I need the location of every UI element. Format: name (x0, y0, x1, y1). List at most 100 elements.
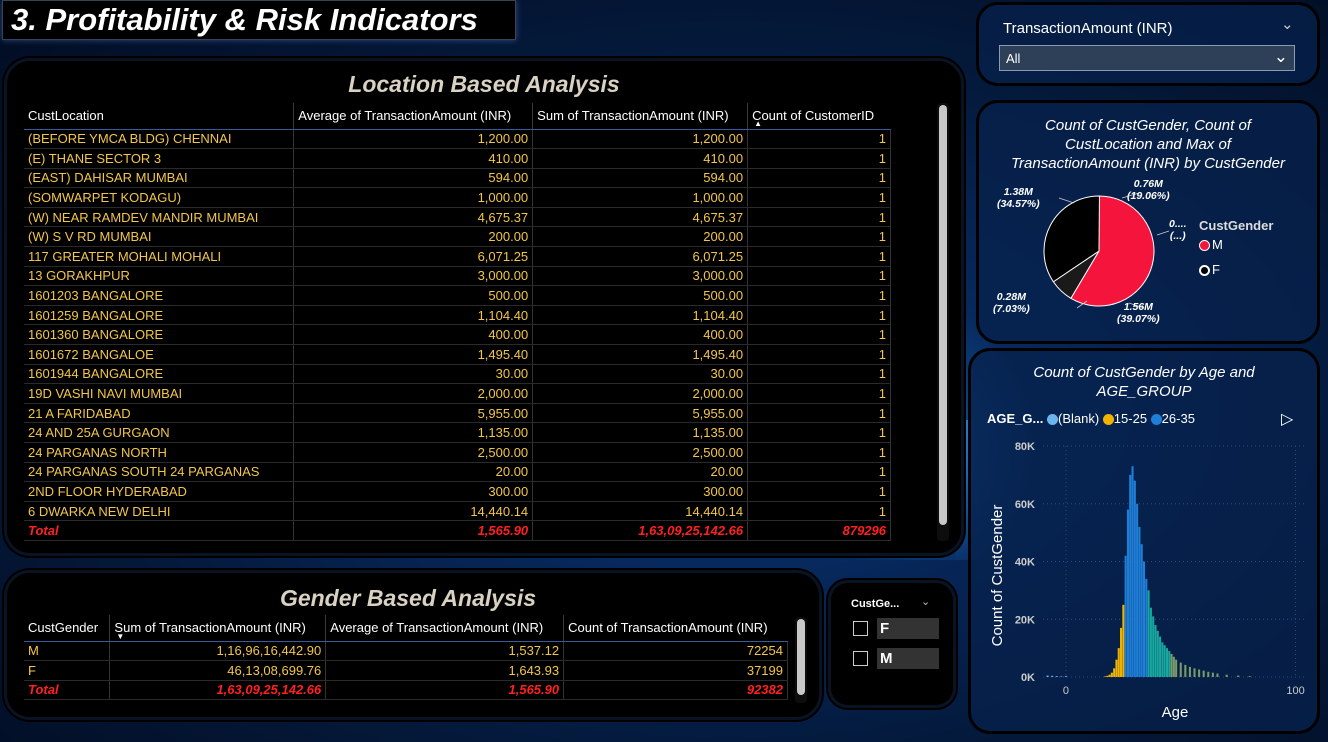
histogram-bar[interactable] (1152, 616, 1155, 677)
table-row[interactable]: 1601259 BANGALORE 1,104.40 1,104.40 1 (24, 305, 891, 326)
histogram-bar[interactable] (1154, 625, 1157, 677)
table-row[interactable]: 6 DWARKA NEW DELHI 14,440.14 14,440.14 1 (24, 501, 891, 522)
histogram-bar[interactable] (1149, 607, 1152, 677)
histogram-bar[interactable] (1055, 676, 1058, 677)
table-row[interactable]: 24 PARGANAS NORTH 2,500.00 2,500.00 1 (24, 442, 891, 463)
table-cell: 2,000.00 (532, 383, 749, 404)
histogram-bar[interactable] (1051, 675, 1054, 677)
column-header-count-amount[interactable]: Count of TransactionAmount (INR) (563, 615, 788, 642)
table-row[interactable]: 1601944 BANGALORE 30.00 30.00 1 (24, 364, 891, 385)
checkbox-f[interactable] (853, 621, 868, 636)
histogram-bar[interactable] (1131, 466, 1134, 677)
histogram-bar[interactable] (1165, 648, 1168, 677)
histogram-bar[interactable] (1163, 645, 1166, 677)
histogram-bar[interactable] (1237, 675, 1240, 677)
scrollbar-thumb[interactable] (797, 619, 805, 695)
table-row[interactable]: 13 GORAKHPUR 3,000.00 3,000.00 1 (24, 266, 891, 287)
histogram-bar[interactable] (1120, 627, 1123, 677)
table-row[interactable]: (EAST) DAHISAR MUMBAI 594.00 594.00 1 (24, 168, 891, 189)
location-analysis-panel: Location Based Analysis CustLocation Ave… (4, 58, 964, 556)
histogram-bar[interactable] (1060, 676, 1063, 677)
histogram-bar[interactable] (1172, 656, 1175, 677)
table-cell: 30.00 (532, 364, 749, 385)
histogram-bar[interactable] (1129, 474, 1132, 677)
histogram-bar[interactable] (1110, 672, 1113, 677)
histogram-bar[interactable] (1188, 666, 1191, 677)
histogram-bar[interactable] (1159, 636, 1162, 677)
histogram-bar[interactable] (1207, 671, 1210, 677)
table-row[interactable]: 21 A FARIDABAD 5,955.00 5,955.00 1 (24, 403, 891, 424)
table-row[interactable]: (W) NEAR RAMDEV MANDIR MUMBAI 4,675.37 4,6… (24, 207, 891, 228)
histogram-bar[interactable] (1115, 659, 1118, 677)
table-row[interactable]: (SOMWARPET KODAGU) 1,000.00 1,000.00 1 (24, 187, 891, 208)
table-row[interactable]: 24 PARGANAS SOUTH 24 PARGANAS 20.00 20.00 1 (24, 462, 891, 483)
table-row[interactable]: (BEFORE YMCA BLDG) CHENNAI 1,200.00 1,200.… (24, 129, 891, 150)
histogram-bar[interactable] (1126, 509, 1129, 677)
table-row[interactable]: 1601360 BANGALORE 400.00 400.00 1 (24, 324, 891, 346)
legend-item-f[interactable]: F (1199, 262, 1273, 277)
table-row[interactable]: M 1,16,96,16,442.90 1,537.12 72254 (24, 641, 788, 662)
column-header-count-customerid[interactable]: Count of CustomerID ▲ (747, 103, 891, 130)
histogram-bar[interactable] (1156, 630, 1159, 677)
histogram-bar[interactable] (1175, 659, 1178, 677)
column-header-custlocation[interactable]: CustLocation (24, 103, 295, 130)
histogram-bar[interactable] (1168, 651, 1171, 677)
chevron-down-icon[interactable]: ⌄ (921, 595, 930, 608)
histogram-bar[interactable] (1108, 674, 1111, 677)
slicer-option-f[interactable]: F (851, 618, 941, 640)
table-row[interactable]: F 46,13,08,699.76 1,643.93 37199 (24, 660, 788, 681)
table-row[interactable]: 1601203 BANGALORE 500.00 500.00 1 (24, 285, 891, 306)
histogram-bar[interactable] (1064, 676, 1067, 677)
amount-dropdown[interactable]: All ⌄ (999, 45, 1295, 71)
checkbox-m[interactable] (853, 651, 868, 666)
histogram-bar[interactable] (1248, 676, 1251, 677)
legend-item-m[interactable]: M (1199, 237, 1273, 252)
histogram-bar[interactable] (1225, 674, 1228, 677)
table-row[interactable]: 1601672 BANGALOE 1,495.40 1,495.40 1 (24, 344, 891, 365)
table-row[interactable]: 2ND FLOOR HYDERABAD 300.00 300.00 1 (24, 481, 891, 502)
histogram-bar[interactable] (1133, 480, 1136, 677)
histogram-bar[interactable] (1184, 664, 1187, 677)
chevron-down-icon[interactable]: ⌄ (1281, 15, 1294, 33)
table-row[interactable]: (E) THANE SECTOR 3 410.00 410.00 1 (24, 148, 891, 169)
histogram-bar[interactable] (1142, 561, 1146, 678)
scrollbar-thumb[interactable] (939, 105, 947, 525)
histogram-bar[interactable] (1147, 590, 1150, 677)
histogram-bar[interactable] (1170, 653, 1173, 677)
column-header-custgender[interactable]: CustGender (24, 615, 111, 642)
pie-label-m-bottom: 1.56M (39.07%) (1117, 301, 1160, 325)
column-header-average-amount[interactable]: Average of TransactionAmount (INR) (325, 615, 565, 642)
histogram-bar[interactable] (1046, 675, 1049, 677)
table-row[interactable]: (W) S V RD MUMBAI 200.00 200.00 1 (24, 226, 891, 248)
table-cell: 400.00 (293, 324, 534, 346)
histogram-bar[interactable] (1145, 578, 1148, 677)
location-table-scrollbar[interactable] (937, 103, 949, 541)
table-row[interactable]: 24 AND 25A GURGAON 1,135.00 1,135.00 1 (24, 422, 891, 443)
slicer-option-m[interactable]: M (851, 648, 941, 670)
table-cell: 24 PARGANAS NORTH (24, 442, 295, 463)
histogram-bar[interactable] (1198, 669, 1201, 677)
table-row[interactable]: 19D VASHI NAVI MUMBAI 2,000.00 2,000.00 1 (24, 383, 891, 404)
histogram-bar[interactable] (1211, 672, 1214, 677)
histogram-bar[interactable] (1202, 670, 1205, 677)
histogram-bar[interactable] (1161, 642, 1164, 677)
histogram-bar[interactable] (1138, 526, 1141, 677)
histogram-bar[interactable] (1124, 555, 1127, 677)
histogram-bar[interactable] (1106, 675, 1109, 677)
histogram-bar[interactable] (1193, 668, 1196, 677)
histogram-bar[interactable] (1113, 668, 1116, 677)
table-cell: (EAST) DAHISAR MUMBAI (24, 168, 295, 189)
histogram-bar[interactable] (1122, 604, 1125, 677)
column-header-sum-amount[interactable]: Sum of TransactionAmount (INR) (532, 103, 749, 130)
histogram-bar[interactable] (1136, 503, 1139, 677)
gender-table-scrollbar[interactable] (795, 617, 807, 703)
column-header-average-amount[interactable]: Average of TransactionAmount (INR) (293, 103, 534, 130)
column-header-sum-amount[interactable]: Sum of TransactionAmount (INR) ▼ (109, 615, 327, 642)
histogram-bar[interactable] (1117, 648, 1120, 677)
histogram-bar[interactable] (1216, 673, 1219, 677)
histogram-bar[interactable] (1103, 676, 1107, 677)
histogram-bar[interactable] (1179, 662, 1182, 677)
histogram-bar[interactable] (1140, 544, 1143, 677)
y-axis-label: Count of CustGender (989, 505, 1006, 647)
table-row[interactable]: 117 GREATER MOHALI MOHALI 6,071.25 6,071.2… (24, 246, 891, 267)
